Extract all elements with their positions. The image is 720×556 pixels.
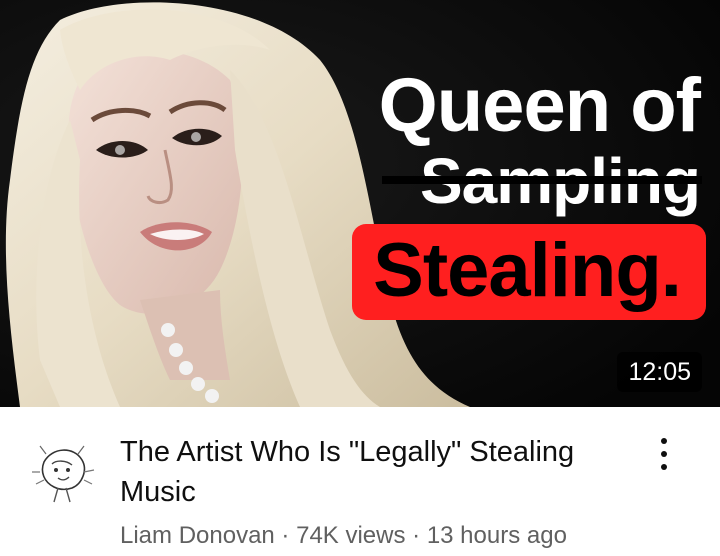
more-options-button[interactable] xyxy=(648,436,680,476)
channel-name[interactable]: Liam Donovan xyxy=(120,522,275,549)
thumbnail-text-line1: Queen of xyxy=(378,63,701,148)
channel-avatar-sketch-icon xyxy=(22,432,102,512)
thumbnail-highlight-text: Stealing. xyxy=(373,228,682,313)
duration-badge: 12:05 xyxy=(617,352,702,392)
meta-separator: · xyxy=(274,522,297,549)
upload-age: 13 hours ago xyxy=(426,522,567,549)
strikethrough-bar xyxy=(382,176,702,184)
channel-avatar[interactable] xyxy=(22,432,102,512)
meta-separator: · xyxy=(405,522,427,549)
view-count: 74K views xyxy=(296,522,406,549)
video-card: Queen of Sampling Stealing. 12:05 The Ar… xyxy=(0,0,720,556)
video-metadata: Liam Donovan · 74K views · 13 hours ago xyxy=(120,520,680,552)
video-thumbnail[interactable]: Queen of Sampling Stealing. 12:05 xyxy=(0,0,720,407)
video-title[interactable]: The Artist Who Is "Legally" Stealing Mus… xyxy=(120,432,620,512)
